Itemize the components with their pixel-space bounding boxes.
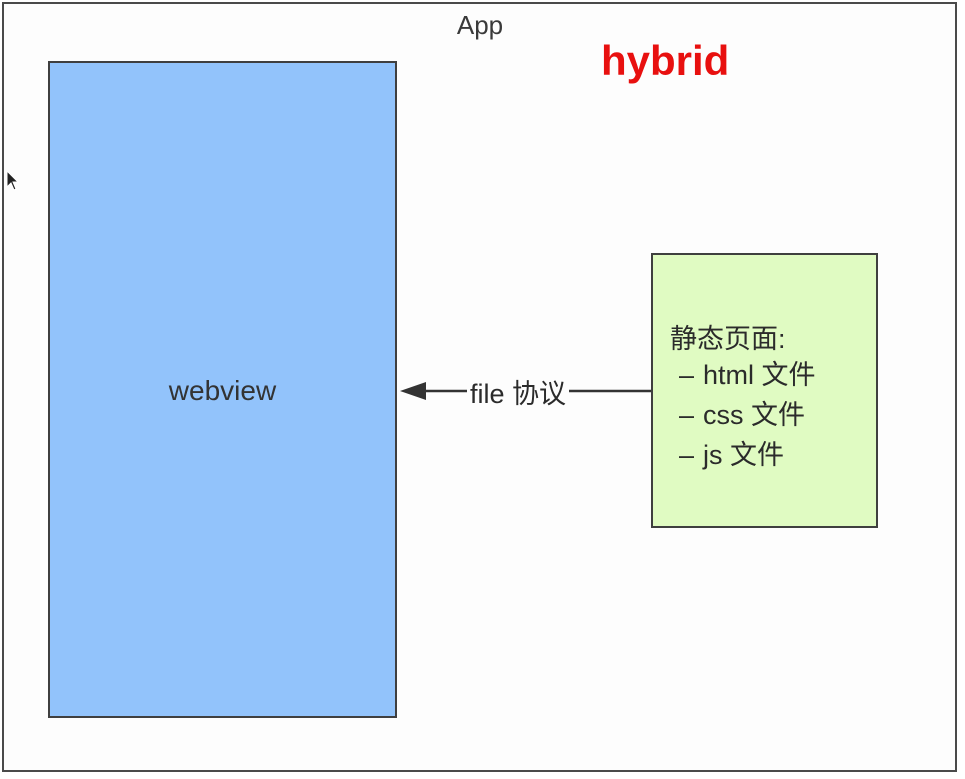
list-item: – js 文件 bbox=[679, 435, 816, 475]
list-item-text: css 文件 bbox=[703, 400, 806, 430]
list-dash: – bbox=[679, 440, 695, 470]
app-label: App bbox=[456, 10, 504, 40]
list-item: – html 文件 bbox=[679, 355, 816, 395]
list-item: – css 文件 bbox=[679, 395, 816, 435]
static-pages-box: 静态页面: – html 文件 – css 文件 – js 文件 bbox=[651, 253, 878, 528]
list-item-text: html 文件 bbox=[703, 360, 816, 390]
diagram-canvas: App hybrid webview file 协议 静态页面: – html 文… bbox=[0, 0, 965, 779]
list-dash: – bbox=[679, 360, 695, 390]
connector-label: file 协议 bbox=[467, 372, 570, 411]
list-dash: – bbox=[679, 400, 695, 430]
webview-label: webview bbox=[168, 375, 277, 406]
webview-box: webview bbox=[48, 61, 397, 718]
static-pages-list: – html 文件 – css 文件 – js 文件 bbox=[679, 355, 816, 475]
mouse-cursor-icon bbox=[6, 170, 20, 191]
static-pages-title: 静态页面: bbox=[670, 324, 786, 354]
list-item-text: js 文件 bbox=[703, 440, 784, 470]
diagram-title: hybrid bbox=[601, 37, 730, 84]
